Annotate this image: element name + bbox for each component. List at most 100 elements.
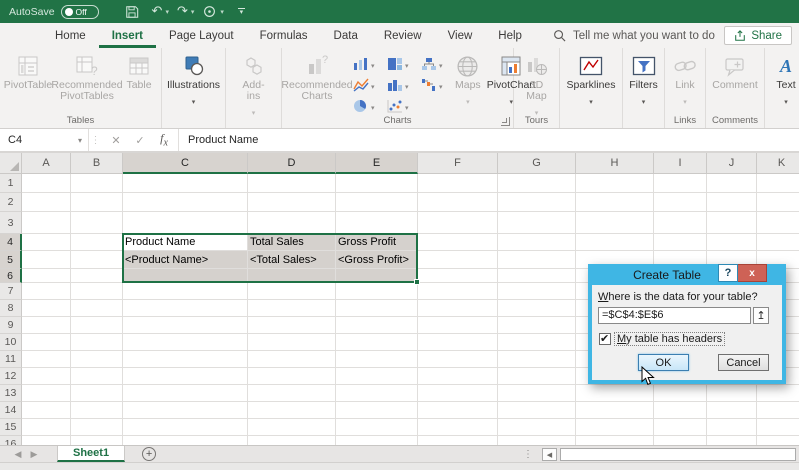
cell-K3[interactable] [757,212,799,234]
cancel-button[interactable]: Cancel [718,354,769,371]
cell-G3[interactable] [498,212,576,234]
redo-caret-icon[interactable]: ▾ [191,8,195,16]
cell-F16[interactable] [418,436,498,445]
cell-B3[interactable] [71,212,123,234]
scatter-chart-button[interactable] [384,95,418,116]
scrollbar-thumb[interactable] [560,448,796,461]
cell-F2[interactable] [418,193,498,212]
dialog-help-button[interactable]: ? [718,264,738,282]
redo-icon[interactable]: ↷ [177,5,188,18]
cell-H2[interactable] [576,193,654,212]
row-header-11[interactable]: 11 [0,351,22,368]
cell-I14[interactable] [654,402,707,419]
maps-button[interactable]: Maps [452,49,484,109]
cell-F8[interactable] [418,300,498,317]
cell-K1[interactable] [757,174,799,193]
cell-F9[interactable] [418,317,498,334]
cell-E4[interactable]: Gross Profit [336,234,418,251]
threed-map-button[interactable]: 3D Map [518,49,556,120]
cell-B8[interactable] [71,300,123,317]
row-header-6[interactable]: 6 [0,269,22,283]
cell-A12[interactable] [22,368,71,385]
select-all-corner[interactable] [0,153,22,174]
cell-E11[interactable] [336,351,418,368]
treemap-chart-button[interactable] [384,53,418,74]
comment-button[interactable]: Comment [709,49,761,91]
cell-K13[interactable] [757,385,799,402]
tab-page-layout[interactable]: Page Layout [156,23,247,48]
tell-me-box[interactable]: Tell me what you want to do [553,23,715,48]
tab-formulas[interactable]: Formulas [247,23,321,48]
row-header-15[interactable]: 15 [0,419,22,436]
cell-B4[interactable] [71,234,123,251]
cell-E15[interactable] [336,419,418,436]
cell-G9[interactable] [498,317,576,334]
cell-I1[interactable] [654,174,707,193]
link-button[interactable]: Link [670,49,700,109]
cell-C11[interactable] [123,351,248,368]
cell-C12[interactable] [123,368,248,385]
cell-D6[interactable] [248,269,336,283]
save-icon[interactable] [125,5,139,19]
cell-H14[interactable] [576,402,654,419]
pivottable-button[interactable]: PivotTable [2,49,54,91]
cell-A4[interactable] [22,234,71,251]
column-header-K[interactable]: K [757,153,799,174]
row-header-12[interactable]: 12 [0,368,22,385]
cell-E12[interactable] [336,368,418,385]
cell-A10[interactable] [22,334,71,351]
table-range-input[interactable]: =$C$4:$E$6 [598,307,751,324]
cell-G1[interactable] [498,174,576,193]
cell-K4[interactable] [757,234,799,251]
cell-C5[interactable]: <Product Name> [123,251,248,269]
waterfall-chart-button[interactable] [418,74,452,95]
cell-D12[interactable] [248,368,336,385]
illustrations-button[interactable]: Illustrations [164,49,223,109]
collapse-dialog-button[interactable]: ↥ [753,307,769,324]
line-chart-button[interactable] [350,74,384,95]
cell-C14[interactable] [123,402,248,419]
cell-B5[interactable] [71,251,123,269]
cell-C8[interactable] [123,300,248,317]
cell-E16[interactable] [336,436,418,445]
formula-bar-content[interactable]: Product Name [179,134,799,146]
cell-E7[interactable] [336,283,418,300]
cell-F3[interactable] [418,212,498,234]
column-header-B[interactable]: B [71,153,123,174]
cell-I2[interactable] [654,193,707,212]
cell-J13[interactable] [707,385,757,402]
cell-I13[interactable] [654,385,707,402]
autosave-toggle[interactable]: Off [61,5,99,19]
formula-bar-splitter[interactable]: ⋮ [88,129,102,151]
cell-G12[interactable] [498,368,576,385]
cell-G5[interactable] [498,251,576,269]
cell-D7[interactable] [248,283,336,300]
column-header-C[interactable]: C [123,153,248,174]
cell-F6[interactable] [418,269,498,283]
cell-G10[interactable] [498,334,576,351]
column-chart-button[interactable] [350,53,384,74]
cell-D16[interactable] [248,436,336,445]
row-header-2[interactable]: 2 [0,193,22,212]
cell-J14[interactable] [707,402,757,419]
cell-G13[interactable] [498,385,576,402]
cell-G11[interactable] [498,351,576,368]
next-sheet-icon[interactable]: ▶ [27,449,41,460]
cell-A1[interactable] [22,174,71,193]
cell-E3[interactable] [336,212,418,234]
insert-function-icon[interactable]: fx [152,131,176,148]
row-header-3[interactable]: 3 [0,212,22,234]
confirm-entry-icon[interactable]: ✓ [128,134,152,147]
cell-F11[interactable] [418,351,498,368]
cell-F4[interactable] [418,234,498,251]
cell-F15[interactable] [418,419,498,436]
cell-J1[interactable] [707,174,757,193]
scroll-left-icon[interactable]: ◀ [542,448,557,461]
cell-E6[interactable] [336,269,418,283]
cell-D13[interactable] [248,385,336,402]
new-sheet-button[interactable]: + [142,447,156,461]
cell-J2[interactable] [707,193,757,212]
cell-B7[interactable] [71,283,123,300]
column-header-G[interactable]: G [498,153,576,174]
cell-A6[interactable] [22,269,71,283]
